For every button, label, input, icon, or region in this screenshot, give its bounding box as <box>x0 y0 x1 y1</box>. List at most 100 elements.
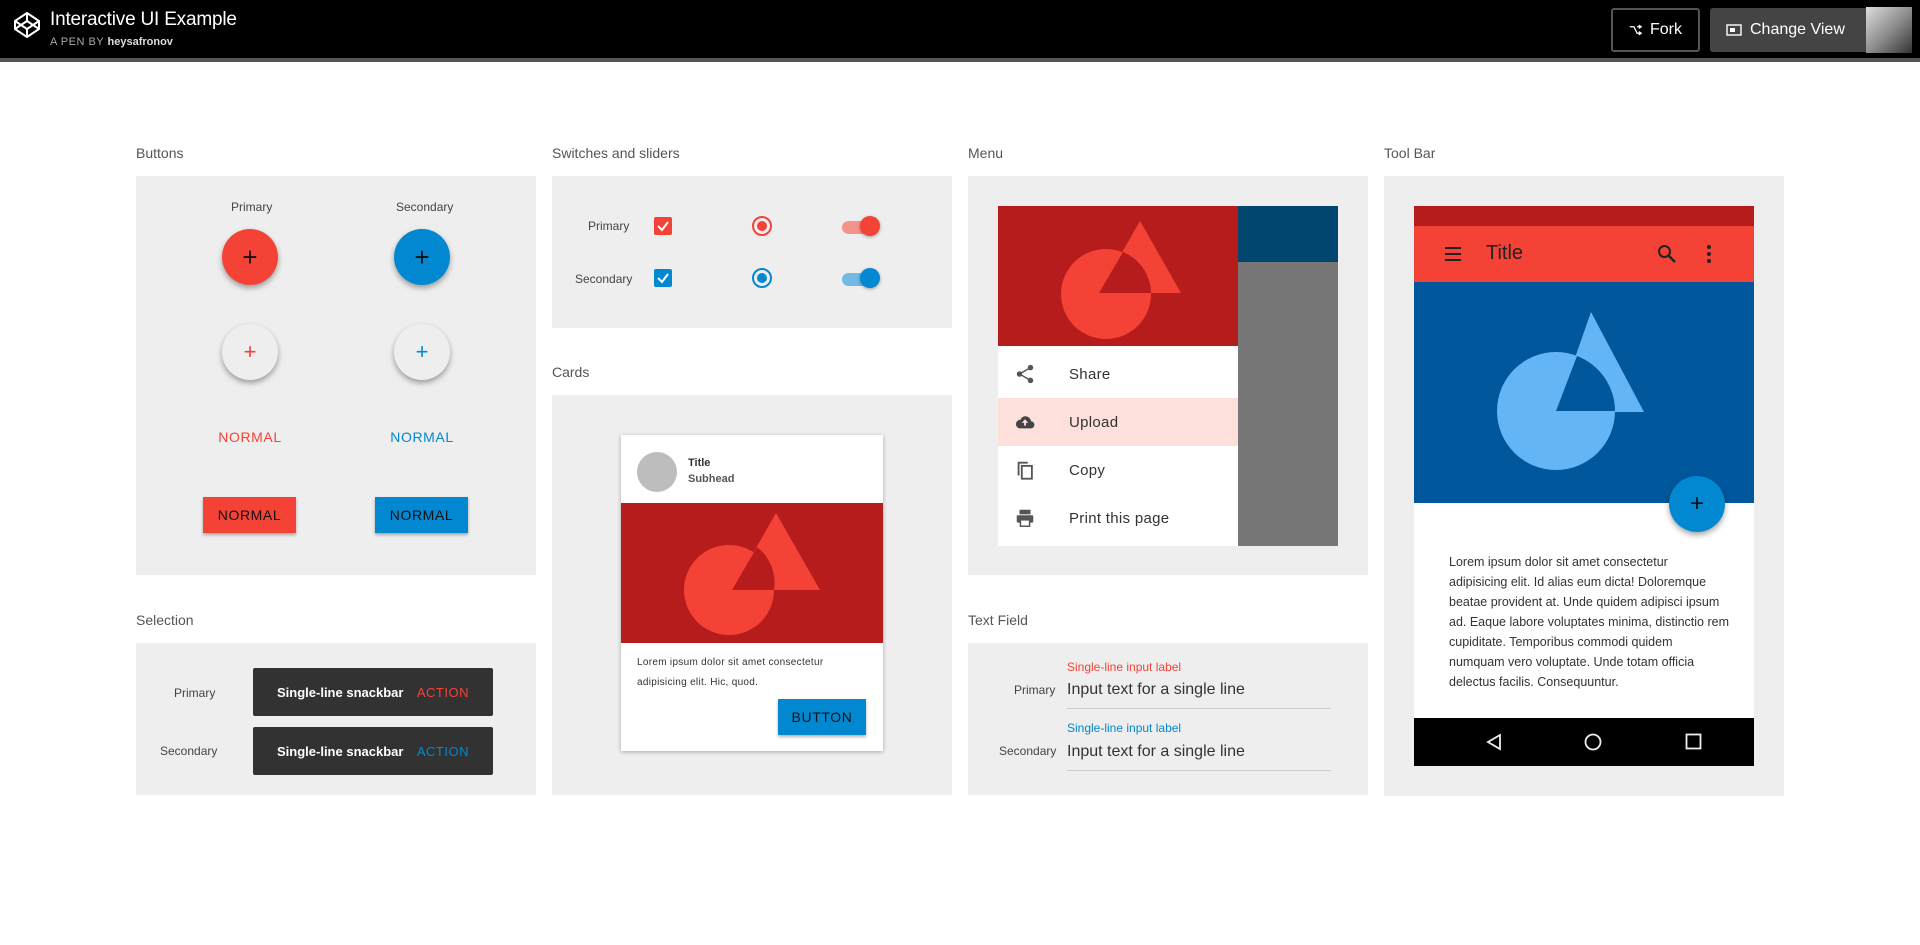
check-icon <box>657 221 669 232</box>
primary-fab-button[interactable]: + <box>222 229 278 285</box>
card-body-text: Lorem ipsum dolor sit amet consectetur a… <box>637 657 824 688</box>
snackbar-text: Single-line snackbar <box>277 684 404 700</box>
section-title-switches: Switches and sliders <box>552 145 680 161</box>
section-title-menu: Menu <box>968 145 1004 161</box>
share-icon <box>1016 364 1034 384</box>
section-title-toolbar: Tool Bar <box>1384 145 1436 161</box>
cards-panel: Title Subhead Lorem ipsum dolor sit amet… <box>552 395 952 795</box>
primary-snackbar: Single-line snackbar ACTION <box>253 668 493 716</box>
author-link[interactable]: heysafronov <box>108 36 173 48</box>
phone-screen: Title + Lorem ipsum dolor sit amet conse… <box>1414 206 1754 766</box>
menu-item-share[interactable]: Share <box>998 350 1238 398</box>
search-icon[interactable] <box>1656 243 1678 265</box>
status-bar <box>1414 206 1754 226</box>
copy-icon <box>1017 461 1033 480</box>
recents-icon[interactable] <box>1685 733 1702 750</box>
menu-icon[interactable] <box>1444 245 1462 263</box>
back-icon[interactable] <box>1485 733 1503 751</box>
selection-panel: Primary Secondary Single-line snackbar A… <box>136 643 536 795</box>
secondary-fab-button[interactable]: + <box>394 229 450 285</box>
toolbar-body-text: Lorem ipsum dolor sit amet consectetur a… <box>1449 555 1730 689</box>
snackbar-text: Single-line snackbar <box>277 743 404 759</box>
primary-input-label: Single-line input label <box>1067 660 1182 674</box>
secondary-light-fab-button[interactable]: + <box>394 324 450 380</box>
buttons-panel: Primary Secondary + + + + NORMAL NORMAL … <box>136 176 536 575</box>
secondary-row-label: Secondary <box>999 744 1057 758</box>
primary-radio[interactable] <box>752 216 772 236</box>
card-media-image <box>621 503 883 643</box>
secondary-flat-button[interactable]: NORMAL <box>372 429 472 445</box>
cloud-upload-icon <box>1015 416 1035 429</box>
snackbar-action-button[interactable]: ACTION <box>417 744 469 759</box>
card-avatar <box>637 452 677 492</box>
radio-dot <box>757 221 767 231</box>
android-nav-bar <box>1414 718 1754 766</box>
section-title-selection: Selection <box>136 612 194 628</box>
menu-item-label: Share <box>1069 365 1111 383</box>
menu-panel: Share Upload Copy Print this page <box>968 176 1368 575</box>
toolbar-title: Title <box>1486 242 1524 264</box>
codepen-logo-icon[interactable] <box>12 10 42 40</box>
secondary-checkbox[interactable] <box>654 269 672 287</box>
switch-thumb[interactable] <box>860 216 880 236</box>
primary-text-input[interactable]: Input text for a single line <box>1067 681 1331 709</box>
menu-list: Share Upload Copy Print this page <box>998 346 1238 546</box>
more-vert-icon[interactable] <box>1706 243 1712 265</box>
byline-prefix: A PEN BY <box>50 36 104 48</box>
primary-light-fab-button[interactable]: + <box>222 324 278 380</box>
toolbar-fab-button[interactable]: + <box>1669 476 1725 532</box>
primary-checkbox[interactable] <box>654 217 672 235</box>
secondary-snackbar: Single-line snackbar ACTION <box>253 727 493 775</box>
switch-thumb[interactable] <box>860 268 880 288</box>
primary-row-label: Primary <box>174 686 216 700</box>
add-icon: + <box>414 241 430 272</box>
menu-item-copy[interactable]: Copy <box>998 446 1238 494</box>
menu-demo-screen: Share Upload Copy Print this page <box>998 206 1338 546</box>
add-icon: + <box>243 339 257 364</box>
primary-row-label: Primary <box>588 219 630 233</box>
menu-item-print[interactable]: Print this page <box>998 494 1238 542</box>
secondary-text-input[interactable]: Input text for a single line <box>1067 743 1331 771</box>
primary-raised-button[interactable]: NORMAL <box>203 497 296 533</box>
secondary-row-label: Secondary <box>575 272 633 286</box>
section-title-text-field: Text Field <box>968 612 1028 628</box>
card: Title Subhead Lorem ipsum dolor sit amet… <box>621 435 883 751</box>
secondary-radio[interactable] <box>752 268 772 288</box>
secondary-input-label: Single-line input label <box>1067 721 1182 735</box>
card-action-button[interactable]: BUTTON <box>778 699 866 735</box>
layout-icon <box>1726 24 1742 36</box>
primary-flat-button[interactable]: NORMAL <box>200 429 300 445</box>
change-view-button[interactable]: Change View <box>1710 8 1874 52</box>
radio-dot <box>757 273 767 283</box>
section-title-buttons: Buttons <box>136 145 184 161</box>
pen-title[interactable]: Interactive UI Example <box>50 9 237 31</box>
add-icon: + <box>415 339 429 364</box>
fork-label: Fork <box>1650 21 1682 38</box>
menu-item-upload[interactable]: Upload <box>998 398 1238 446</box>
menu-item-label: Print this page <box>1069 509 1170 527</box>
add-icon: + <box>1689 490 1704 517</box>
secondary-raised-button[interactable]: NORMAL <box>375 497 468 533</box>
fork-icon <box>1629 24 1642 36</box>
card-title: Title <box>688 457 711 469</box>
switches-panel: Primary Secondary <box>552 176 952 328</box>
secondary-switch[interactable] <box>842 268 880 290</box>
check-icon <box>657 273 669 284</box>
fork-button[interactable]: Fork <box>1611 8 1700 52</box>
app-toolbar: Title <box>1414 226 1754 282</box>
pen-byline: A PEN BY heysafronov <box>50 36 173 48</box>
user-avatar[interactable] <box>1866 7 1912 53</box>
secondary-row-label: Secondary <box>160 744 218 758</box>
snackbar-action-button[interactable]: ACTION <box>417 685 469 700</box>
text-field-panel: Primary Secondary Single-line input labe… <box>968 643 1368 795</box>
menu-item-label: Copy <box>1069 461 1106 479</box>
primary-row-label: Primary <box>1014 683 1056 697</box>
print-icon <box>1016 509 1034 527</box>
toolbar-media-image <box>1414 282 1754 503</box>
primary-switch[interactable] <box>842 216 880 238</box>
add-icon: + <box>242 241 258 272</box>
primary-column-label: Primary <box>231 200 273 214</box>
card-subhead: Subhead <box>688 473 735 485</box>
change-view-label: Change View <box>1750 21 1845 38</box>
home-icon[interactable] <box>1584 733 1602 751</box>
